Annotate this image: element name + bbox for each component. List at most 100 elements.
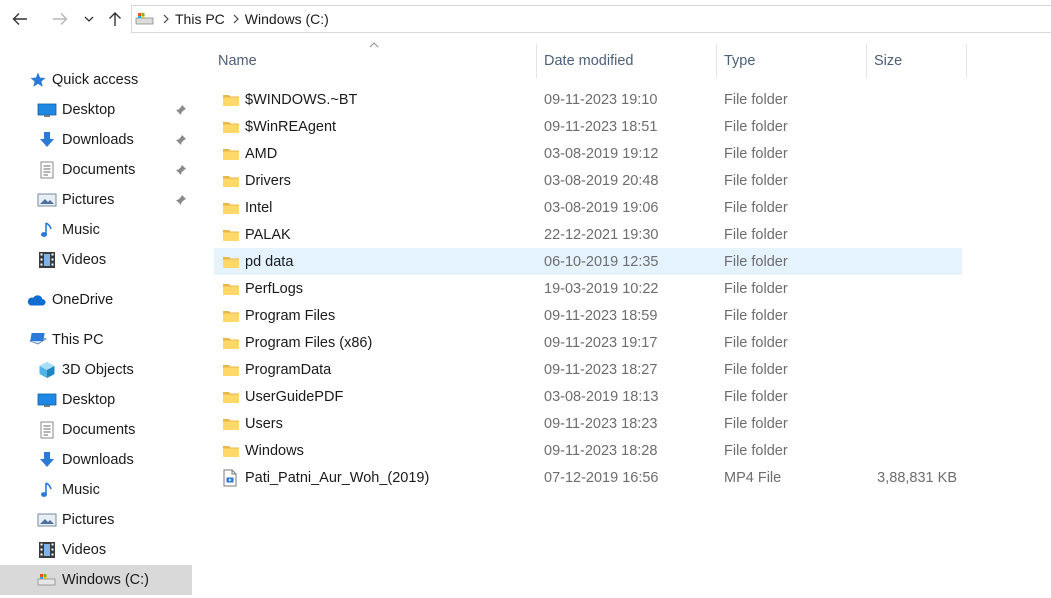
sidebar-item-desktop[interactable]: Desktop bbox=[0, 385, 192, 415]
file-size: 3,88,831 KB bbox=[877, 469, 957, 486]
file-name: ProgramData bbox=[245, 361, 332, 378]
sidebar-item-label: Quick access bbox=[52, 72, 139, 88]
file-date-modified: 09-11-2023 18:51 bbox=[544, 118, 658, 135]
folder-icon bbox=[222, 254, 240, 270]
sidebar-item-label: Videos bbox=[62, 542, 107, 558]
sidebar-item-label: Documents bbox=[62, 422, 136, 438]
column-header-date-modified[interactable]: Date modified bbox=[540, 44, 716, 78]
sidebar-item-onedrive[interactable]: OneDrive bbox=[0, 285, 192, 315]
pin-icon[interactable] bbox=[173, 102, 189, 118]
computer-icon bbox=[28, 330, 48, 350]
file-row[interactable]: Drivers 03-08-2019 20:48 File folder bbox=[214, 167, 962, 194]
documents-icon bbox=[37, 420, 57, 440]
file-row[interactable]: PALAK 22-12-2021 19:30 File folder bbox=[214, 221, 962, 248]
sidebar-item-pictures[interactable]: Pictures bbox=[0, 505, 192, 535]
file-date-modified: 03-08-2019 19:06 bbox=[544, 199, 659, 216]
pictures-icon bbox=[37, 190, 57, 210]
sidebar-item-3d-objects[interactable]: 3D Objects bbox=[0, 355, 192, 385]
sidebar-item-label: Windows (C:) bbox=[62, 572, 150, 588]
file-type: File folder bbox=[724, 307, 788, 324]
forward-button[interactable] bbox=[48, 7, 72, 31]
sidebar-item-videos[interactable]: Videos bbox=[0, 535, 192, 565]
folder-icon bbox=[222, 416, 240, 432]
column-divider[interactable] bbox=[966, 44, 967, 78]
file-type: File folder bbox=[724, 91, 788, 108]
sidebar-item-quick-access[interactable]: Quick access bbox=[0, 65, 192, 95]
column-divider[interactable] bbox=[716, 44, 717, 78]
column-header-name[interactable]: Name bbox=[214, 44, 536, 78]
file-row[interactable]: Windows 09-11-2023 18:28 File folder bbox=[214, 437, 962, 464]
file-type: File folder bbox=[724, 361, 788, 378]
file-name: Windows bbox=[245, 442, 304, 459]
pin-icon[interactable] bbox=[173, 192, 189, 208]
file-type: File folder bbox=[724, 334, 788, 351]
address-bar[interactable]: This PC Windows (C:) bbox=[131, 5, 1051, 33]
file-row[interactable]: ProgramData 09-11-2023 18:27 File folder bbox=[214, 356, 962, 383]
sidebar-item-documents[interactable]: Documents bbox=[0, 415, 192, 445]
file-name: PerfLogs bbox=[245, 280, 304, 297]
sidebar-item-music[interactable]: Music bbox=[0, 475, 192, 505]
file-type: File folder bbox=[724, 145, 788, 162]
file-row[interactable]: Pati_Patni_Aur_Woh_(2019) 07-12-2019 16:5… bbox=[214, 464, 962, 491]
file-row[interactable]: Intel 03-08-2019 19:06 File folder bbox=[214, 194, 962, 221]
file-date-modified: 07-12-2019 16:56 bbox=[544, 469, 659, 486]
file-date-modified: 09-11-2023 18:27 bbox=[544, 361, 658, 378]
file-row[interactable]: Program Files (x86) 09-11-2023 19:17 File … bbox=[214, 329, 962, 356]
folder-icon bbox=[222, 200, 240, 216]
column-header-type[interactable]: Type bbox=[720, 44, 866, 78]
file-row[interactable]: PerfLogs 19-03-2019 10:22 File folder bbox=[214, 275, 962, 302]
file-name: $WINDOWS.~BT bbox=[245, 91, 358, 108]
sidebar-item-label: Music bbox=[62, 482, 100, 498]
sidebar-item-videos[interactable]: Videos bbox=[0, 245, 192, 275]
chevron-right-icon bbox=[233, 14, 239, 24]
file-type: MP4 File bbox=[724, 469, 782, 486]
up-button[interactable] bbox=[103, 7, 127, 31]
drive-icon bbox=[37, 570, 57, 590]
folder-icon bbox=[222, 335, 240, 351]
sidebar-item-documents[interactable]: Documents bbox=[0, 155, 192, 185]
chevron-down-icon bbox=[84, 16, 94, 22]
documents-icon bbox=[37, 160, 57, 180]
file-name: Drivers bbox=[245, 172, 291, 189]
videos-icon bbox=[37, 250, 57, 270]
back-button[interactable] bbox=[8, 7, 32, 31]
videos-icon bbox=[37, 540, 57, 560]
file-row[interactable]: AMD 03-08-2019 19:12 File folder bbox=[214, 140, 962, 167]
music-icon bbox=[37, 220, 57, 240]
sidebar-item-desktop[interactable]: Desktop bbox=[0, 95, 192, 125]
file-row[interactable]: Users 09-11-2023 18:23 File folder bbox=[214, 410, 962, 437]
file-date-modified: 09-11-2023 18:28 bbox=[544, 442, 658, 459]
sidebar-item-downloads[interactable]: Downloads bbox=[0, 125, 192, 155]
file-row[interactable]: $WinREAgent 09-11-2023 18:51 File folder bbox=[214, 113, 962, 140]
column-divider[interactable] bbox=[866, 44, 867, 78]
pin-icon[interactable] bbox=[173, 132, 189, 148]
sidebar-item-downloads[interactable]: Downloads bbox=[0, 445, 192, 475]
folder-icon bbox=[222, 443, 240, 459]
downloads-icon bbox=[37, 450, 57, 470]
sidebar-item-music[interactable]: Music bbox=[0, 215, 192, 245]
file-name: Intel bbox=[245, 199, 273, 216]
sidebar-item-label: 3D Objects bbox=[62, 362, 134, 378]
sidebar-item-label: This PC bbox=[52, 332, 104, 348]
file-row[interactable]: UserGuidePDF 03-08-2019 18:13 File folder bbox=[214, 383, 962, 410]
file-row[interactable]: $WINDOWS.~BT 09-11-2023 19:10 File folder bbox=[214, 86, 962, 113]
sidebar-item-this-pc[interactable]: This PC bbox=[0, 325, 192, 355]
recent-locations-button[interactable] bbox=[78, 7, 100, 31]
desktop-icon bbox=[37, 390, 57, 410]
sidebar-item-label: Documents bbox=[62, 162, 136, 178]
column-divider[interactable] bbox=[536, 44, 537, 78]
breadcrumb-windows-c[interactable]: Windows (C:) bbox=[245, 11, 329, 27]
breadcrumb-this-pc[interactable]: This PC bbox=[175, 11, 225, 27]
sidebar-item-label: OneDrive bbox=[52, 292, 114, 308]
folder-icon bbox=[222, 146, 240, 162]
file-type: File folder bbox=[724, 226, 788, 243]
file-date-modified: 19-03-2019 10:22 bbox=[544, 280, 659, 297]
sidebar-item-pictures[interactable]: Pictures bbox=[0, 185, 192, 215]
column-header-size[interactable]: Size bbox=[870, 44, 966, 78]
navigation-pane: Quick access Desktop Downloads Documents… bbox=[0, 44, 193, 598]
file-row[interactable]: pd data 06-10-2019 12:35 File folder bbox=[214, 248, 962, 275]
sidebar-item-windows-c[interactable]: Windows (C:) bbox=[0, 565, 192, 595]
file-row[interactable]: Program Files 09-11-2023 18:59 File folder bbox=[214, 302, 962, 329]
file-type: File folder bbox=[724, 199, 788, 216]
pin-icon[interactable] bbox=[173, 162, 189, 178]
